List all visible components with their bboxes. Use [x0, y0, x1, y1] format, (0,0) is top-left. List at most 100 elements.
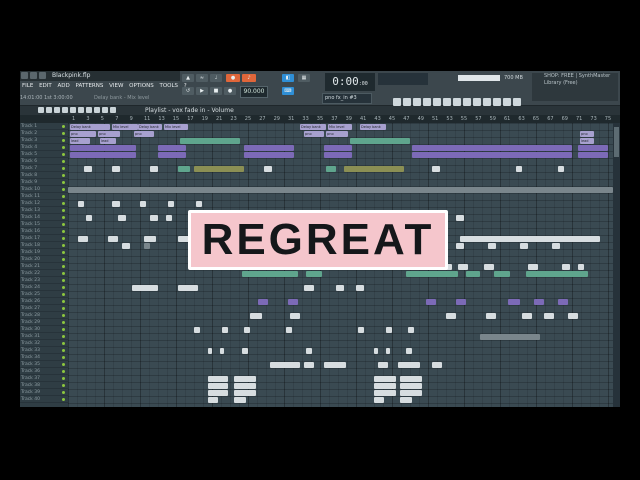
- pattern-clip[interactable]: [194, 326, 200, 333]
- track-header[interactable]: Track 3: [20, 137, 68, 144]
- pattern-clip[interactable]: lead: [580, 137, 594, 144]
- track-mute-led[interactable]: [62, 146, 65, 149]
- track-mute-led[interactable]: [62, 328, 65, 331]
- plugin-icon[interactable]: [443, 98, 451, 106]
- song-mode-button[interactable]: ♪: [242, 74, 256, 82]
- pattern-clip[interactable]: [406, 270, 458, 277]
- track-mute-led[interactable]: [62, 363, 65, 366]
- pattern-clip[interactable]: [178, 284, 198, 291]
- track-mute-led[interactable]: [62, 216, 65, 219]
- pattern-clip[interactable]: [432, 165, 440, 172]
- timeline-ruler[interactable]: 1 3 5 7 9 11 13 15 17 19 21 23 25 27 29 31 33 35 37 39 41 43 4…: [20, 115, 620, 123]
- pattern-clip[interactable]: [324, 151, 352, 158]
- pattern-clip[interactable]: [578, 144, 608, 151]
- pattern-clip[interactable]: [458, 263, 468, 270]
- pattern-clip[interactable]: [208, 347, 212, 354]
- minimize-icon[interactable]: [30, 72, 37, 79]
- pattern-clip[interactable]: [306, 347, 312, 354]
- track-header[interactable]: Track 31: [20, 333, 68, 340]
- typing-keyboard-icon[interactable]: ⌨: [282, 87, 294, 95]
- pattern-clip[interactable]: [326, 165, 336, 172]
- track-header[interactable]: Track 36: [20, 368, 68, 375]
- browser-icon[interactable]: [433, 98, 441, 106]
- track-header[interactable]: Track 27: [20, 305, 68, 312]
- pattern-clip[interactable]: [196, 200, 202, 207]
- pattern-clip[interactable]: [118, 214, 126, 221]
- track-mute-led[interactable]: [62, 265, 65, 268]
- pattern-clip[interactable]: [132, 284, 158, 291]
- pattern-clip[interactable]: [178, 165, 190, 172]
- pattern-clip[interactable]: [108, 235, 118, 242]
- pattern-clip[interactable]: [270, 361, 300, 368]
- pattern-clip[interactable]: [562, 263, 570, 270]
- track-header[interactable]: Track 23: [20, 277, 68, 284]
- options-icon[interactable]: [38, 107, 44, 113]
- track-mute-led[interactable]: [62, 202, 65, 205]
- track-header[interactable]: Track 32: [20, 340, 68, 347]
- track-header[interactable]: Track 2: [20, 130, 68, 137]
- pattern-clip[interactable]: [398, 361, 420, 368]
- step-icon[interactable]: ▦: [298, 74, 310, 82]
- pattern-clip[interactable]: [140, 200, 146, 207]
- pattern-clip[interactable]: [544, 312, 554, 319]
- pattern-clip[interactable]: [516, 165, 522, 172]
- pattern-clip[interactable]: [258, 298, 268, 305]
- pattern-clip[interactable]: Mix level: [112, 123, 138, 130]
- track-mute-led[interactable]: [62, 356, 65, 359]
- track-mute-led[interactable]: [62, 251, 65, 254]
- track-mute-led[interactable]: [62, 391, 65, 394]
- track-mute-led[interactable]: [62, 174, 65, 177]
- pattern-clip[interactable]: [234, 396, 246, 403]
- menu-tools[interactable]: TOOLS: [159, 83, 178, 89]
- pattern-clip[interactable]: [242, 347, 248, 354]
- pattern-clip[interactable]: [78, 235, 88, 242]
- record-icon[interactable]: [463, 98, 471, 106]
- wave-icon[interactable]: ≈: [196, 74, 208, 82]
- pattern-clip[interactable]: [374, 389, 396, 396]
- pattern-clip[interactable]: pno: [304, 130, 324, 137]
- track-header[interactable]: Track 9: [20, 179, 68, 186]
- pattern-clip[interactable]: [150, 214, 158, 221]
- pattern-clip[interactable]: [508, 298, 520, 305]
- pattern-clip[interactable]: [350, 137, 410, 144]
- record-mode-button[interactable]: ●: [226, 74, 240, 82]
- pattern-clip[interactable]: pno: [134, 130, 154, 137]
- pattern-clip[interactable]: [558, 165, 564, 172]
- pattern-clip[interactable]: [578, 151, 608, 158]
- pattern-clip[interactable]: [386, 326, 392, 333]
- track-mute-led[interactable]: [62, 125, 65, 128]
- track-mute-led[interactable]: [62, 160, 65, 163]
- slice-icon[interactable]: [86, 107, 92, 113]
- track-header[interactable]: Track 15: [20, 221, 68, 228]
- track-header[interactable]: Track 21: [20, 263, 68, 270]
- pattern-clip[interactable]: [358, 326, 364, 333]
- pattern-clip[interactable]: lead: [70, 137, 90, 144]
- pattern-clip[interactable]: pno: [580, 130, 594, 137]
- track-header[interactable]: Track 19: [20, 249, 68, 256]
- pattern-clip[interactable]: Delay bank: [360, 123, 386, 130]
- pattern-clip[interactable]: [244, 151, 294, 158]
- track-header[interactable]: Track 35: [20, 361, 68, 368]
- pattern-clip[interactable]: [78, 200, 84, 207]
- pattern-clip[interactable]: [494, 270, 510, 277]
- track-mute-led[interactable]: [62, 321, 65, 324]
- record-button[interactable]: ●: [224, 87, 236, 95]
- pattern-clip[interactable]: [250, 312, 262, 319]
- track-mute-led[interactable]: [62, 293, 65, 296]
- pattern-clip[interactable]: [526, 270, 588, 277]
- pattern-clip[interactable]: [488, 242, 496, 249]
- tempo-icon[interactable]: [453, 98, 461, 106]
- pattern-clip[interactable]: [324, 361, 346, 368]
- pattern-clip[interactable]: [208, 389, 228, 396]
- track-header[interactable]: Track 8: [20, 172, 68, 179]
- track-mute-led[interactable]: [62, 370, 65, 373]
- track-mute-led[interactable]: [62, 286, 65, 289]
- pattern-clip[interactable]: [520, 242, 528, 249]
- track-header[interactable]: Track 6: [20, 158, 68, 165]
- track-header[interactable]: Track 38: [20, 382, 68, 389]
- pattern-clip[interactable]: [68, 186, 613, 193]
- pattern-clip[interactable]: lead: [100, 137, 116, 144]
- pattern-clip[interactable]: [460, 235, 600, 242]
- pattern-clip[interactable]: [70, 144, 136, 151]
- track-header[interactable]: Track 7: [20, 165, 68, 172]
